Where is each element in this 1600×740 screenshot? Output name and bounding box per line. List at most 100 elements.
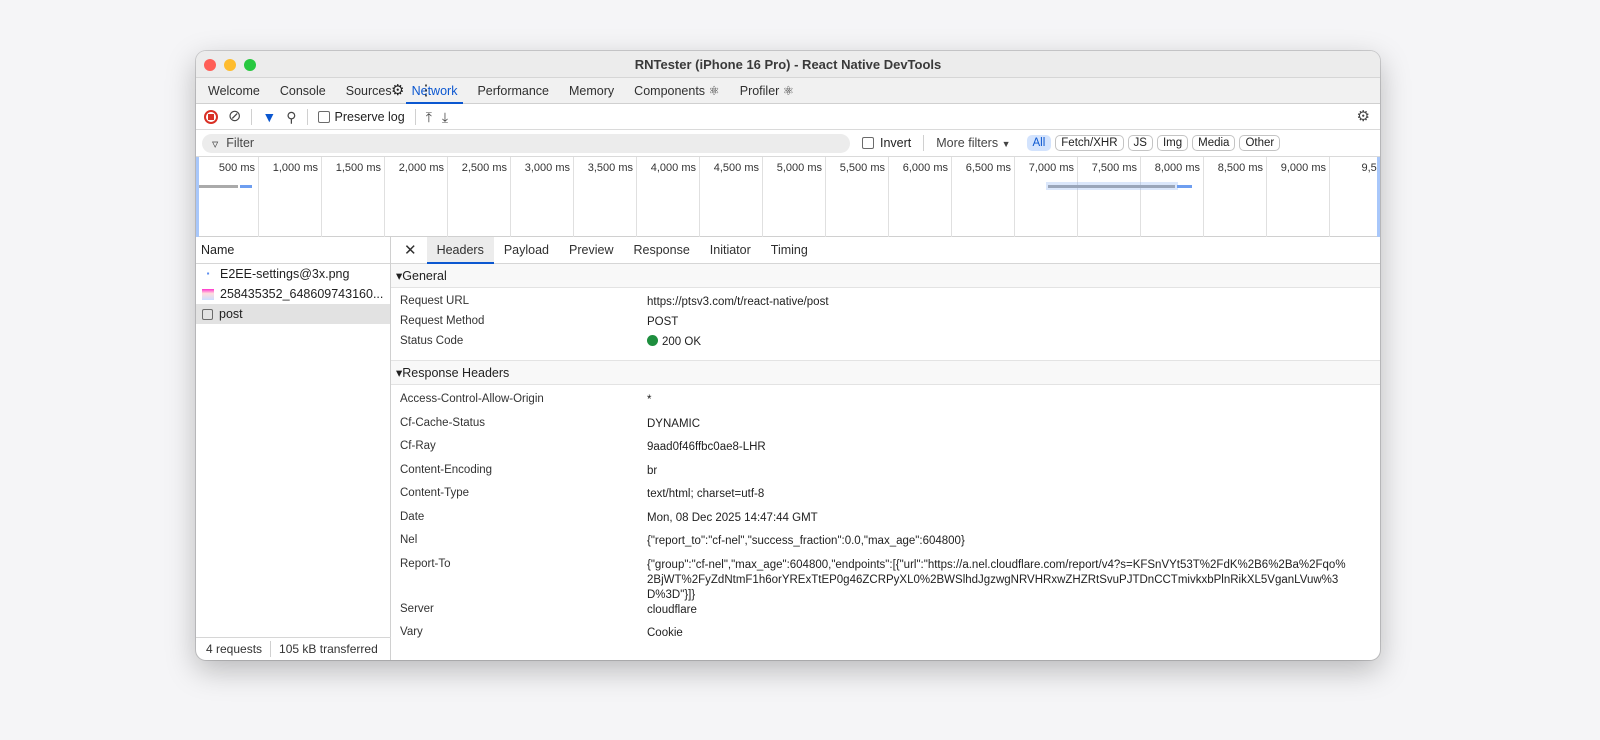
request-row[interactable]: ▪ E2EE-settings@3x.png xyxy=(196,264,390,284)
section-title: General xyxy=(402,269,447,283)
response-headers-section-header[interactable]: ▾Response Headers xyxy=(391,361,1380,385)
type-filter-img[interactable]: Img xyxy=(1156,135,1189,151)
minimize-window-button[interactable] xyxy=(224,59,236,71)
header-row: Nel {"report_to":"cf-nel","success_fracti… xyxy=(391,534,1380,558)
timeline-tick-label: 2,500 ms xyxy=(461,162,507,174)
network-settings-icon[interactable]: ⚙ xyxy=(1357,109,1370,124)
preserve-log-checkbox[interactable] xyxy=(317,110,330,123)
tab-welcome[interactable]: Welcome xyxy=(198,78,270,103)
status-ok-icon xyxy=(647,335,658,346)
search-icon[interactable]: ⚲ xyxy=(286,110,296,124)
record-stop-icon[interactable] xyxy=(204,109,218,124)
tab-response[interactable]: Response xyxy=(623,237,699,263)
header-row: Cf-Cache-Status DYNAMIC xyxy=(391,417,1380,441)
timeline-tick-label: 8,500 ms xyxy=(1217,162,1263,174)
header-value: POST xyxy=(647,316,679,328)
filter-input[interactable]: ▿ Filter xyxy=(202,133,850,153)
header-value: br xyxy=(647,464,658,477)
header-name: Report-To xyxy=(400,557,451,570)
header-name: Date xyxy=(400,510,425,523)
status-bar: 4 requests 105 kB transferred xyxy=(196,637,391,660)
tab-timing[interactable]: Timing xyxy=(761,237,818,263)
header-name: Request URL xyxy=(400,295,470,307)
header-value: cloudflare xyxy=(647,603,697,616)
request-name: post xyxy=(219,307,243,321)
timeline-tick-label: 1,500 ms xyxy=(335,162,381,174)
document-icon xyxy=(202,308,213,320)
invert-label: Invert xyxy=(880,136,912,150)
transferred-size: 105 kB transferred xyxy=(279,642,378,656)
header-value: * xyxy=(647,394,652,406)
section-title: Response Headers xyxy=(402,366,510,380)
header-row: Date Mon, 08 Dec 2025 14:47:44 GMT xyxy=(391,511,1380,535)
tab-preview[interactable]: Preview xyxy=(559,237,623,263)
request-details: ✕ Headers Payload Preview Response Initi… xyxy=(391,237,1380,660)
request-timing-bar xyxy=(198,185,238,188)
divider xyxy=(306,108,308,125)
header-row: Request Method POST xyxy=(391,315,1380,335)
header-row: Status Code 200 OK xyxy=(391,335,1380,355)
timeline-tick-label: 7,500 ms xyxy=(1091,162,1137,174)
header-value: 200 OK xyxy=(647,335,1347,355)
request-row-selected[interactable]: post xyxy=(196,304,390,324)
type-filter-all[interactable]: All xyxy=(1026,135,1052,151)
header-name: Cf-Ray xyxy=(400,440,436,452)
request-highlight xyxy=(1046,182,1178,190)
header-value: 9aad0f46ffbc0ae8-LHR xyxy=(647,441,766,453)
tab-initiator[interactable]: Initiator xyxy=(700,237,761,263)
type-filter-fetch-xhr[interactable]: Fetch/XHR xyxy=(1055,135,1124,151)
timeline-tick-label: 3,500 ms xyxy=(587,162,633,174)
timeline-tick-label: 1,000 ms xyxy=(272,162,318,174)
clear-icon[interactable]: ⊘ xyxy=(228,108,241,125)
type-filter-other[interactable]: Other xyxy=(1239,135,1281,151)
header-name: Access-Control-Allow-Origin xyxy=(400,393,544,405)
request-row[interactable]: 258435352_648609743160... xyxy=(196,284,390,304)
request-name: E2EE-settings@3x.png xyxy=(220,267,350,281)
image-file-icon: ▪ xyxy=(206,269,210,278)
invert-checkbox[interactable] xyxy=(862,137,874,149)
timeline-tick-label: 2,000 ms xyxy=(398,162,444,174)
header-row: Cf-Ray 9aad0f46ffbc0ae8-LHR xyxy=(391,440,1380,464)
image-thumbnail-icon xyxy=(202,288,214,300)
timeline-tick-label: 9,500 xyxy=(1361,162,1380,174)
timeline-range-handle[interactable] xyxy=(196,157,199,237)
tab-headers[interactable]: Headers xyxy=(426,237,495,264)
tab-console[interactable]: Console xyxy=(270,78,336,103)
request-name: 258435352_648609743160... xyxy=(220,287,384,301)
header-name: Request Method xyxy=(400,315,485,327)
filter-bar: ▿ Filter Invert More filters ▼ All Fetch… xyxy=(196,130,1380,157)
close-details-button[interactable]: ✕ xyxy=(391,237,427,263)
header-value: {"group":"cf-nel","max_age":604800,"endp… xyxy=(647,558,1346,601)
header-name: Status Code xyxy=(400,335,464,347)
close-window-button[interactable] xyxy=(204,59,216,71)
header-value: text/html; charset=utf-8 xyxy=(647,488,765,500)
more-filters-dropdown[interactable]: More filters ▼ xyxy=(936,136,1010,150)
filter-icon[interactable]: ▼ xyxy=(262,110,276,124)
header-value: {"report_to":"cf-nel","success_fraction"… xyxy=(647,535,965,547)
type-filter-media[interactable]: Media xyxy=(1192,135,1236,151)
filter-icon: ▿ xyxy=(212,136,219,151)
header-value: https://ptsv3.com/t/react-native/post xyxy=(647,296,829,308)
timeline-tick-label: 3,000 ms xyxy=(524,162,570,174)
timeline-tick-label: 6,500 ms xyxy=(965,162,1011,174)
divider xyxy=(414,108,416,125)
divider xyxy=(270,641,272,657)
devtools-window: RNTester (iPhone 16 Pro) - React Native … xyxy=(196,51,1380,660)
window-title: RNTester (iPhone 16 Pro) - React Native … xyxy=(634,57,942,72)
zoom-window-button[interactable] xyxy=(244,59,256,71)
status-code-value: 200 OK xyxy=(662,336,701,348)
import-icon[interactable]: ⤒ xyxy=(426,110,432,124)
request-timing-bar xyxy=(1177,185,1192,188)
network-overview-timeline[interactable]: 500 ms 1,000 ms 1,500 ms 2,000 ms 2,500 ms 3,… xyxy=(196,157,1380,237)
header-row: Report-To {"group":"cf-nel","max_age":604… xyxy=(391,558,1380,603)
general-section-header[interactable]: ▾General xyxy=(391,264,1380,288)
request-list: Name ▪ E2EE-settings@3x.png 258435352_648… xyxy=(196,237,391,660)
timeline-range-handle[interactable] xyxy=(1377,157,1380,237)
tab-payload[interactable]: Payload xyxy=(494,237,559,263)
filter-placeholder: Filter xyxy=(226,136,255,150)
timeline-tick-label: 500 ms xyxy=(218,162,255,174)
name-column-header[interactable]: Name xyxy=(196,237,390,264)
header-row: Content-Type text/html; charset=utf-8 xyxy=(391,487,1380,511)
type-filter-js[interactable]: JS xyxy=(1127,135,1153,151)
export-icon[interactable]: ⤓ xyxy=(442,110,448,124)
